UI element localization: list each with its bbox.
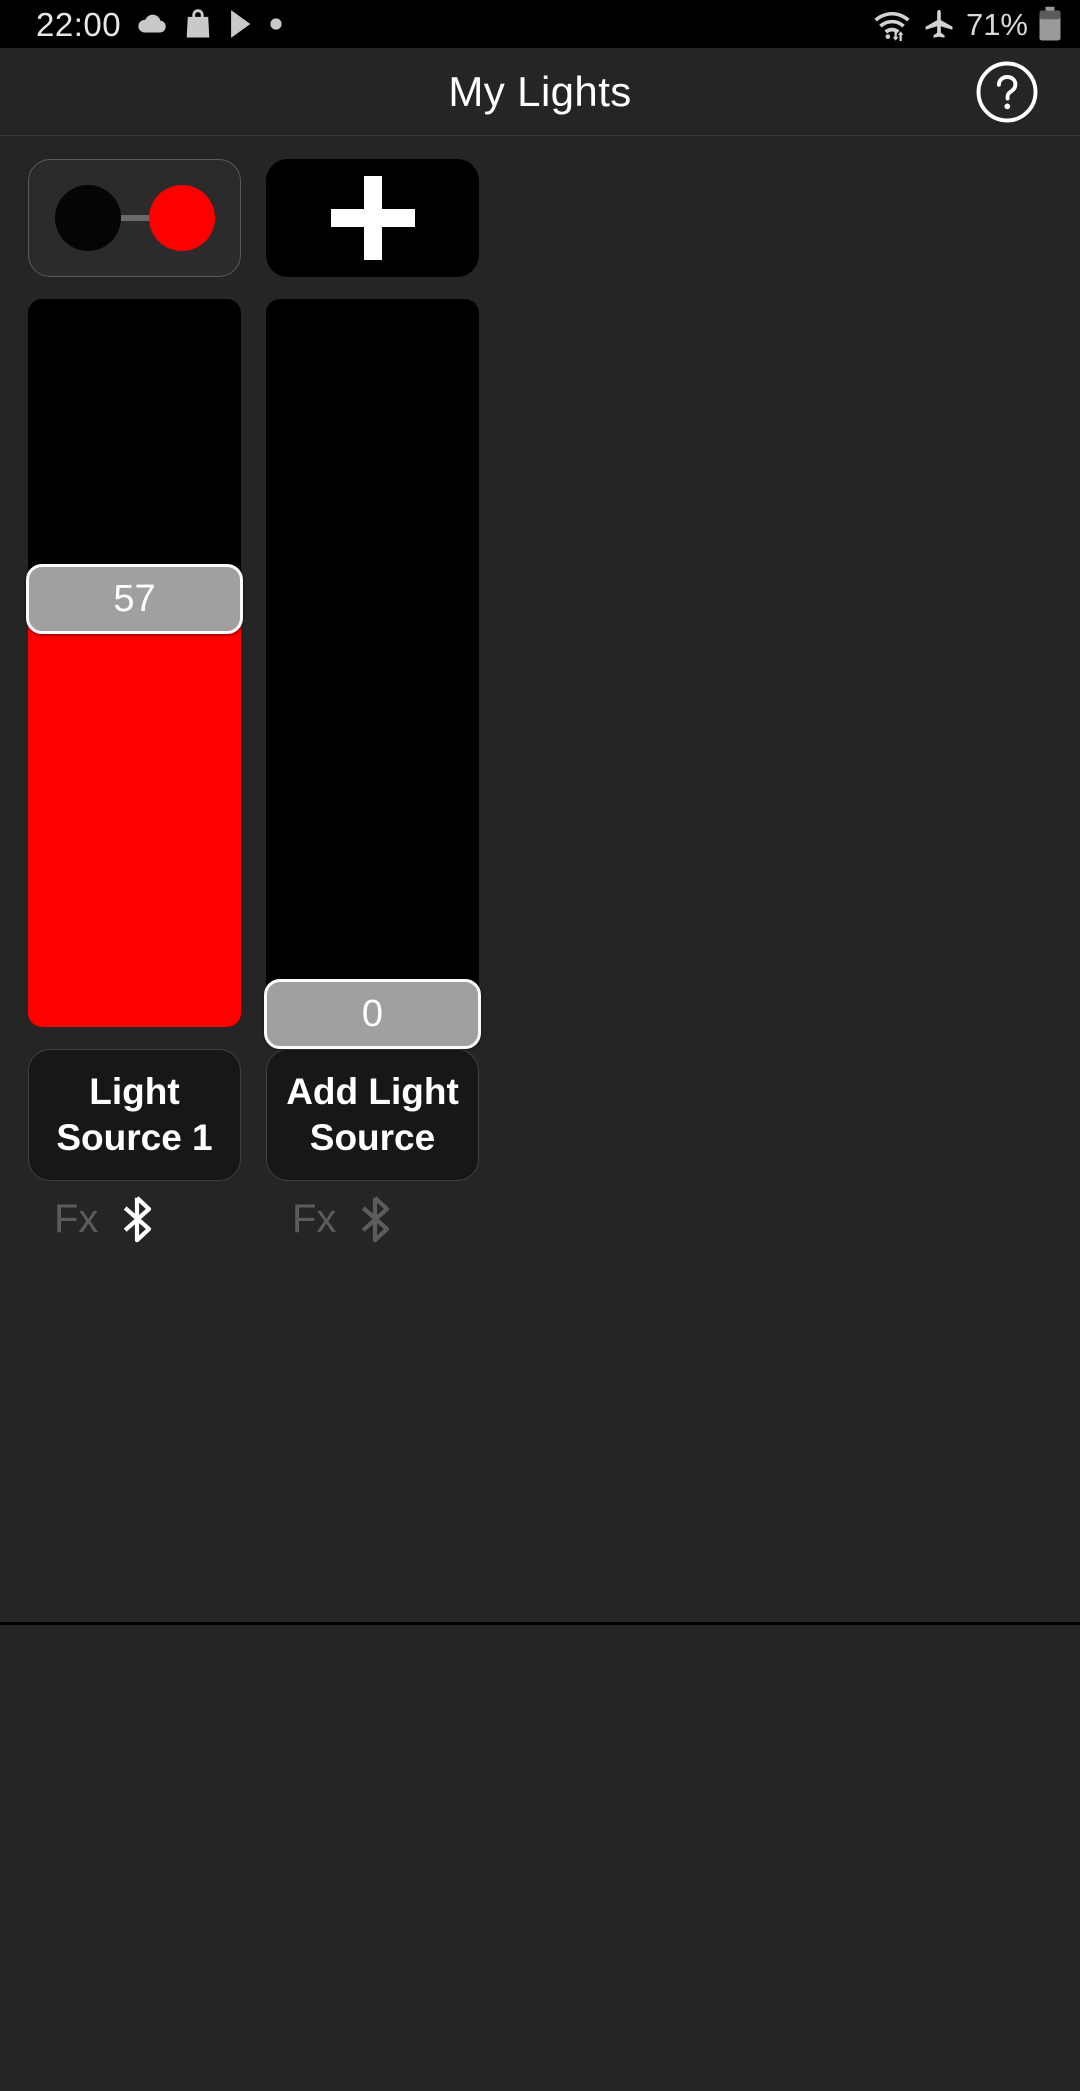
add-light-source-button[interactable] bbox=[266, 159, 479, 277]
light-source-name-label: Light Source 1 bbox=[56, 1070, 213, 1158]
toggle-on-dot[interactable] bbox=[148, 185, 215, 251]
toggle-off-dot[interactable] bbox=[54, 185, 121, 251]
light-source-name-button-1[interactable]: Light Source 1 bbox=[28, 1049, 241, 1181]
status-bar-left: 22:00 bbox=[36, 7, 283, 41]
bluetooth-icon[interactable] bbox=[358, 1195, 392, 1243]
cloud-icon bbox=[135, 7, 169, 41]
brightness-slider-1[interactable]: 57 bbox=[26, 299, 243, 1027]
app-header: My Lights bbox=[0, 48, 1080, 136]
play-store-icon bbox=[227, 7, 255, 41]
plus-icon bbox=[330, 176, 415, 260]
light-source-name-button-2[interactable]: Add Light Source bbox=[266, 1049, 479, 1181]
battery-icon bbox=[1038, 6, 1062, 42]
light-source-status-row-2: Fx bbox=[266, 1195, 479, 1243]
lights-content: 57 Light Source 1 Fx 0 Add Light Source … bbox=[0, 137, 1080, 1625]
slider-thumb[interactable]: 57 bbox=[26, 564, 243, 635]
fx-button-2[interactable]: Fx bbox=[292, 1199, 336, 1239]
status-bar-right: 71% bbox=[872, 6, 1062, 42]
bottom-empty-panel bbox=[0, 1628, 1080, 2091]
bluetooth-icon[interactable] bbox=[120, 1195, 154, 1243]
slider-value: 57 bbox=[113, 578, 156, 621]
wifi-icon bbox=[872, 7, 912, 41]
light-source-column-1: 57 Light Source 1 Fx bbox=[26, 137, 243, 1243]
page-title: My Lights bbox=[448, 67, 632, 115]
brightness-slider-2[interactable]: 0 bbox=[264, 299, 481, 1049]
power-toggle[interactable] bbox=[28, 159, 241, 277]
help-circle-icon[interactable] bbox=[974, 59, 1040, 125]
clock: 22:00 bbox=[36, 5, 122, 43]
shopping-bag-icon bbox=[183, 7, 213, 41]
light-source-status-row-1: Fx bbox=[28, 1195, 241, 1243]
slider-thumb[interactable]: 0 bbox=[264, 979, 481, 1049]
toggle-track bbox=[54, 185, 215, 251]
slider-fill bbox=[28, 612, 241, 1027]
slider-value: 0 bbox=[361, 993, 384, 1035]
fx-button-1[interactable]: Fx bbox=[54, 1199, 98, 1239]
battery-percent: 71% bbox=[965, 6, 1028, 42]
airplane-mode-icon bbox=[922, 7, 956, 41]
light-source-column-2: 0 Add Light Source Fx bbox=[264, 137, 481, 1243]
light-source-name-label: Add Light Source bbox=[286, 1070, 459, 1158]
dot-icon bbox=[269, 17, 283, 31]
status-bar: 22:00 71% bbox=[0, 0, 1080, 48]
light-source-columns: 57 Light Source 1 Fx 0 Add Light Source … bbox=[26, 137, 481, 1243]
